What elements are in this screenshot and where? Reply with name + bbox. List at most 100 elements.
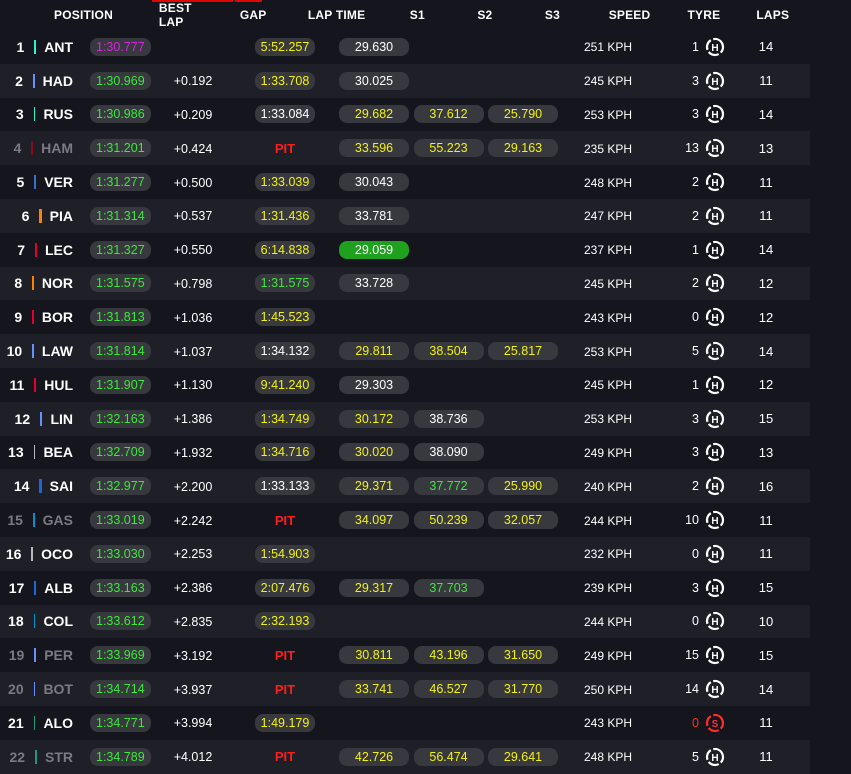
table-row[interactable]: 8 NOR 1:31.575 +0.798 1:31.575 33.728 24…: [0, 266, 810, 301]
sector2-time: 38.736: [413, 409, 484, 428]
col-lap-time-header[interactable]: LAP TIME: [290, 8, 383, 22]
tyre-cell: 2 H: [655, 172, 725, 192]
speed-cell: 249 KPH: [561, 648, 655, 663]
driver-code: NOR: [41, 275, 73, 292]
table-row[interactable]: 13 BEA 1:32.709 +1.932 1:34.716 30.020 3…: [0, 436, 810, 470]
table-row[interactable]: 16 OCO 1:33.030 +2.253 1:54.903 232 KPH …: [0, 536, 810, 571]
lap-time-cell: PIT: [234, 648, 336, 663]
best-lap-cell: 1:33.030: [73, 544, 152, 563]
speed-value: 247 KPH: [583, 209, 633, 224]
speed-value: 253 KPH: [583, 344, 633, 359]
gap-value: +3.192: [173, 648, 213, 663]
speed-value: 245 KPH: [583, 276, 633, 291]
s3-cell: 32.057: [485, 511, 561, 530]
table-row[interactable]: 1 ANT 1:30.777 5:52.257 29.630 251 KPH 1…: [0, 30, 810, 64]
position-number: 3: [15, 106, 24, 123]
col-s3-header[interactable]: S3: [518, 8, 587, 22]
gap-cell: +0.798: [152, 276, 234, 291]
lap-time-cell: 1:34.716: [234, 443, 336, 462]
laps-cell: 13: [725, 445, 807, 460]
table-row[interactable]: 3 RUS 1:30.986 +0.209 1:33.084 29.682 37…: [0, 98, 810, 132]
sector2-time: 37.703: [413, 578, 484, 597]
col-speed-header[interactable]: SPEED: [587, 8, 672, 22]
sector3-time: 25.817: [488, 342, 558, 361]
gap-value: +0.798: [173, 276, 213, 291]
lap-time-cell: 1:34.132: [234, 342, 336, 361]
best-lap-time: 1:33.612: [90, 612, 151, 631]
table-row[interactable]: 10 LAW 1:31.814 +1.037 1:34.132 29.811 3…: [0, 334, 810, 368]
gap-cell: +0.192: [152, 73, 234, 88]
tyre-age: 14: [685, 682, 699, 697]
hard-tyre-icon: H: [705, 341, 725, 361]
col-tyre-header[interactable]: TYRE: [672, 8, 735, 22]
table-row[interactable]: 18 COL 1:33.612 +2.835 2:32.193 244 KPH …: [0, 604, 810, 639]
gap-cell: +0.209: [152, 107, 234, 122]
driver-code: HAM: [41, 140, 73, 157]
table-row[interactable]: 21 ALO 1:34.771 +3.994 1:49.179 243 KPH …: [0, 706, 810, 740]
best-lap-time: 1:34.789: [90, 747, 151, 766]
driver-code: BOT: [43, 681, 73, 698]
table-row[interactable]: 22 STR 1:34.789 +4.012 PIT 42.726 56.474…: [0, 739, 810, 774]
lap-time-cell: PIT: [234, 682, 336, 697]
table-row[interactable]: 9 BOR 1:31.813 +1.036 1:45.523 243 KPH 0…: [0, 300, 810, 334]
sector2-time: 43.196: [413, 646, 484, 665]
driver-code: ANT: [44, 38, 73, 55]
gap-cell: +1.037: [152, 344, 234, 359]
driver-code: SAI: [49, 478, 73, 495]
driver-code: PER: [44, 647, 73, 664]
speed-value: 249 KPH: [583, 445, 633, 460]
table-row[interactable]: 4 HAM 1:31.201 +0.424 PIT 33.596 55.223 …: [0, 131, 810, 166]
hard-tyre-icon: H: [705, 747, 725, 766]
col-s2-header[interactable]: S2: [452, 8, 518, 22]
table-row[interactable]: 12 LIN 1:32.163 +1.386 1:34.749 30.172 3…: [0, 401, 810, 436]
gap-value: +4.012: [173, 750, 213, 765]
table-row[interactable]: 14 SAI 1:32.977 +2.200 1:33.133 29.371 3…: [0, 469, 810, 504]
laps-value: 12: [758, 275, 774, 291]
best-lap-cell: 1:33.019: [73, 511, 152, 530]
best-lap-time: 1:31.814: [90, 342, 151, 361]
s2-cell: 50.239: [412, 511, 485, 530]
best-lap-time: 1:31.575: [90, 274, 151, 293]
driver-code: LAW: [41, 343, 73, 360]
gap-cell: +0.500: [152, 175, 234, 190]
table-row[interactable]: 15 GAS 1:33.019 +2.242 PIT 34.097 50.239…: [0, 503, 810, 537]
best-lap-cell: 1:31.201: [73, 139, 152, 158]
tyre-cell: 13 H: [655, 138, 725, 158]
lap-time-cell: 1:33.084: [234, 105, 336, 124]
gap-cell: +3.994: [152, 715, 234, 730]
team-color-bar: [34, 377, 37, 392]
laps-value: 15: [758, 647, 774, 663]
table-row[interactable]: 6 PIA 1:31.314 +0.537 1:31.436 33.781 24…: [0, 198, 810, 233]
hard-tyre-icon: H: [705, 510, 725, 530]
table-row[interactable]: 5 VER 1:31.277 +0.500 1:33.039 30.043 24…: [0, 165, 810, 199]
gap-cell: +0.424: [152, 141, 234, 156]
col-s1-header[interactable]: S1: [383, 8, 452, 22]
table-row[interactable]: 19 PER 1:33.969 +3.192 PIT 30.811 43.196…: [0, 638, 810, 672]
speed-value: 239 KPH: [583, 581, 633, 596]
col-best-lap-header[interactable]: BEST LAP: [143, 1, 216, 29]
tyre-age: 3: [692, 107, 699, 122]
speed-cell: 244 KPH: [561, 614, 655, 629]
sector1-time: 30.811: [339, 646, 409, 665]
speed-cell: 243 KPH: [561, 310, 655, 325]
col-gap-header[interactable]: GAP: [216, 8, 290, 22]
gap-value: +1.037: [173, 344, 213, 359]
svg-text:H: H: [711, 110, 718, 121]
lap-time: 1:33.133: [254, 477, 316, 496]
position-number: 6: [21, 207, 30, 224]
table-row[interactable]: 11 HUL 1:31.907 +1.130 9:41.240 29.303 2…: [0, 368, 810, 402]
table-row[interactable]: 7 LEC 1:31.327 +0.550 6:14.838 29.059 23…: [0, 233, 810, 267]
sector1-time: 29.811: [339, 342, 409, 361]
driver-code: HAD: [42, 72, 73, 89]
best-lap-cell: 1:32.709: [73, 443, 152, 462]
laps-value: 16: [758, 478, 774, 494]
col-laps-header[interactable]: LAPS: [736, 8, 810, 22]
table-row[interactable]: 2 HAD 1:30.969 +0.192 1:33.708 30.025 24…: [0, 63, 810, 98]
lap-time: 1:34.132: [254, 342, 316, 361]
col-position-header[interactable]: POSITION: [0, 8, 143, 22]
table-row[interactable]: 17 ALB 1:33.163 +2.386 2:07.476 29.317 3…: [0, 571, 810, 605]
best-lap-time: 1:30.986: [90, 105, 151, 124]
table-row[interactable]: 20 BOT 1:34.714 +3.937 PIT 33.741 46.527…: [0, 672, 810, 706]
speed-value: 243 KPH: [583, 716, 633, 731]
timing-header: POSITION BEST LAP GAP LAP TIME S1 S2 S3 …: [0, 0, 810, 30]
